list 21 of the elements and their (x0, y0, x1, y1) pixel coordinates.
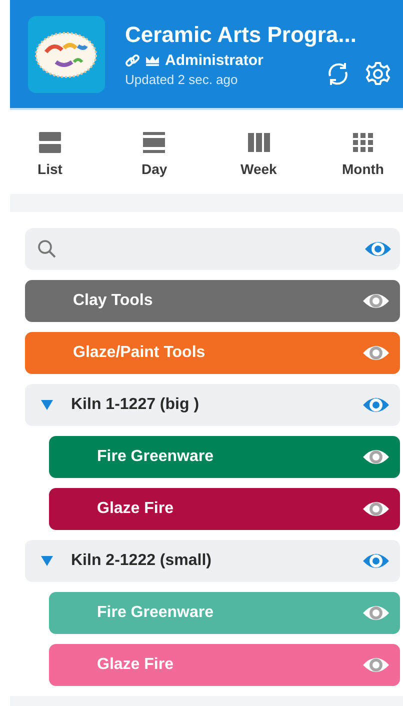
role-label: Administrator (165, 52, 264, 69)
view-tab[interactable]: Day (114, 120, 194, 184)
stripes-icon (143, 132, 166, 154)
rows-icon (39, 132, 61, 154)
app-title: Ceramic Arts Progra... (125, 22, 358, 48)
search-icon (37, 239, 57, 260)
link-icon (125, 52, 140, 68)
settings-button[interactable] (365, 60, 391, 87)
crown-icon (145, 54, 160, 66)
calendar-group[interactable]: Kiln 1-1227 (big ) (25, 384, 400, 426)
calendar-group[interactable]: Kiln 2-1222 (small) (25, 540, 400, 582)
view-tab[interactable]: Month (322, 120, 403, 184)
view-tab[interactable]: Week (218, 120, 299, 184)
calendar-item[interactable]: Clay Tools (25, 280, 400, 322)
update-status: Updated 2 sec. ago (125, 72, 239, 87)
calendar-item[interactable]: Glaze Fire (49, 488, 400, 530)
search-field[interactable] (25, 228, 400, 270)
calendar-item[interactable]: Fire Greenware (49, 436, 400, 478)
columns-icon (248, 132, 270, 154)
view-tab[interactable]: List (10, 120, 90, 184)
grid-icon (352, 132, 374, 154)
